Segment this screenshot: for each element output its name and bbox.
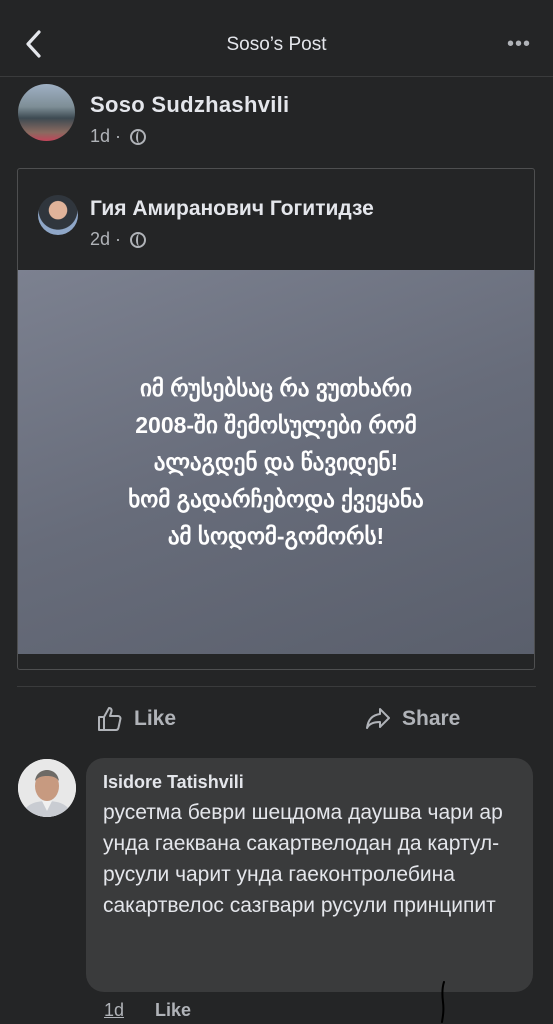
meta-separator: ·: [115, 229, 122, 249]
post-time[interactable]: 1d: [90, 126, 110, 146]
share-label: Share: [402, 707, 461, 730]
commenter-avatar[interactable]: [18, 759, 76, 817]
like-label: Like: [134, 707, 177, 730]
thumbs-up-icon: [98, 707, 122, 731]
share-button[interactable]: Share: [364, 704, 460, 734]
shared-post-time[interactable]: 2d: [90, 229, 110, 249]
comment-footer: 1d Like: [104, 1000, 191, 1021]
image-text: იმ რუსებსაც რა ვუთხარი 2008-ში შემოსულებ…: [128, 374, 424, 549]
shared-post-meta: 2d ·: [90, 229, 147, 250]
comment-like-button[interactable]: Like: [155, 1000, 191, 1020]
divider: [17, 686, 536, 687]
post-author-name[interactable]: Soso Sudzhashvili: [90, 92, 289, 118]
comment-time[interactable]: 1d: [104, 1000, 124, 1020]
shared-author-name[interactable]: Гия Амиранович Гогитидзе: [90, 197, 374, 221]
share-arrow-icon: [366, 708, 390, 729]
shared-post-image[interactable]: იმ რუსებსაც რა ვუთხარი 2008-ში შემოსულებ…: [18, 270, 534, 654]
post-meta: 1d ·: [90, 126, 147, 147]
like-button[interactable]: Like: [96, 704, 176, 734]
more-options-icon[interactable]: •••: [507, 33, 531, 56]
shared-author-avatar[interactable]: [38, 195, 78, 235]
commenter-name[interactable]: Isidore Tatishvili: [103, 772, 244, 793]
page-title: Soso’s Post: [226, 34, 327, 55]
globe-icon: [130, 129, 147, 145]
meta-separator: ·: [115, 126, 122, 146]
globe-icon: [130, 232, 147, 248]
comment-text: русетма беври шецдома даушва чари ар унд…: [103, 801, 503, 917]
shared-post-card[interactable]: Гия Амиранович Гогитидзе 2d · იმ რუსებსა…: [17, 168, 535, 670]
author-avatar[interactable]: [18, 84, 75, 141]
scroll-indicator: [441, 981, 445, 1023]
